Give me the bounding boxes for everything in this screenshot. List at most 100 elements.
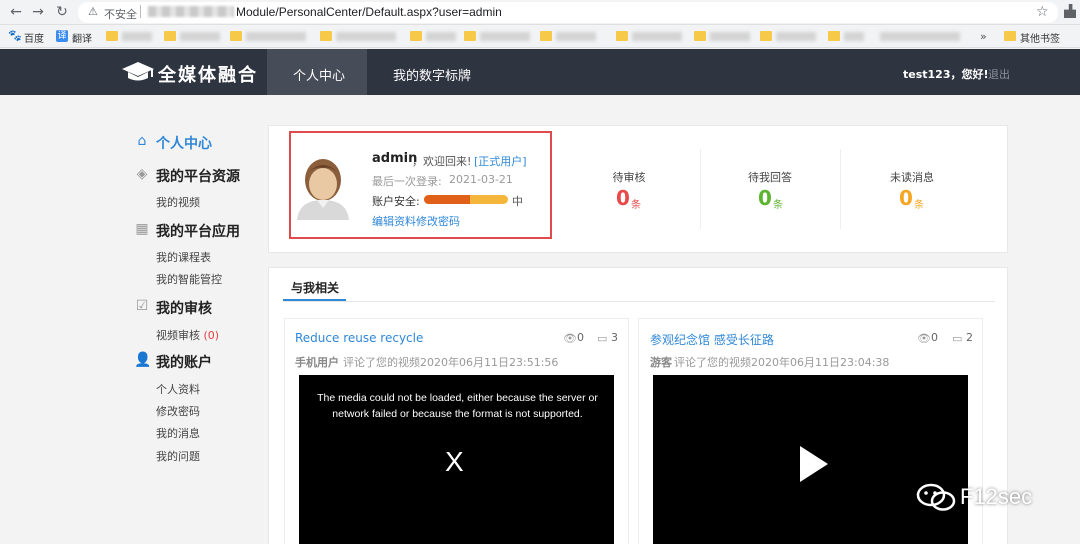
warning-icon[interactable]: ⚠ bbox=[88, 5, 98, 18]
bookmark-blurred[interactable] bbox=[880, 32, 960, 41]
comment-icon: ▭ bbox=[952, 332, 963, 345]
video-error-x: X bbox=[445, 446, 464, 477]
video-error-message: The media could not be loaded, either be… bbox=[317, 392, 598, 420]
baidu-icon[interactable]: 🐾 bbox=[8, 30, 22, 42]
bookmark-blurred[interactable] bbox=[426, 32, 456, 41]
sidebar-item-video-review[interactable]: 视频审核 (0) bbox=[156, 327, 219, 343]
stat-unread-unit: 条 bbox=[914, 200, 924, 211]
logout-link[interactable]: 退出 bbox=[988, 66, 1010, 82]
extension-icon[interactable] bbox=[1064, 4, 1076, 18]
stat-pending-review-value[interactable]: 0 bbox=[616, 186, 630, 210]
folder-icon[interactable] bbox=[694, 31, 706, 41]
profile-username: admin bbox=[372, 151, 418, 166]
card-meta: 评论了您的视频2020年06月11日23:51:56 bbox=[343, 356, 559, 369]
site-logo[interactable]: 全媒体融合 bbox=[158, 61, 258, 87]
edit-profile-link[interactable]: 编辑资料 bbox=[372, 213, 416, 229]
comment-icon: ▭ bbox=[597, 332, 608, 345]
sidebar-personal-center[interactable]: 个人中心 bbox=[156, 133, 212, 153]
bookmark-blurred[interactable] bbox=[480, 32, 530, 41]
card-user: 手机用户 bbox=[295, 356, 339, 369]
security-level: 中 bbox=[512, 195, 523, 208]
stat-to-answer-value[interactable]: 0 bbox=[758, 186, 772, 210]
folder-icon[interactable] bbox=[164, 31, 176, 41]
folder-icon[interactable] bbox=[320, 31, 332, 41]
url-path[interactable]: Module/PersonalCenter/Default.aspx?user=… bbox=[236, 5, 502, 19]
sidebar-item-profile[interactable]: 个人资料 bbox=[156, 381, 200, 397]
folder-icon[interactable] bbox=[410, 31, 422, 41]
bookmark-fanyi[interactable]: 翻译 bbox=[72, 30, 92, 45]
folder-icon[interactable] bbox=[106, 31, 118, 41]
folder-icon[interactable] bbox=[616, 31, 628, 41]
card-meta: 评论了您的视频2020年06月11日23:04:38 bbox=[674, 356, 890, 369]
avatar bbox=[297, 159, 349, 220]
play-icon[interactable] bbox=[800, 446, 828, 482]
tab-related[interactable]: 与我相关 bbox=[291, 279, 339, 296]
review-check-icon: ☑ bbox=[135, 298, 149, 314]
tab-divider bbox=[283, 301, 995, 302]
layers-icon: ◈ bbox=[136, 166, 148, 182]
bookmarks-more[interactable]: » bbox=[980, 30, 987, 43]
card-title[interactable]: Reduce reuse recycle bbox=[295, 331, 423, 345]
bookmark-blurred[interactable] bbox=[336, 32, 396, 41]
bookmark-blurred[interactable] bbox=[710, 32, 750, 41]
folder-icon[interactable] bbox=[828, 31, 840, 41]
video-review-count: (0) bbox=[203, 329, 220, 342]
translate-icon[interactable]: 译 bbox=[56, 30, 68, 42]
bookmark-blurred[interactable] bbox=[776, 32, 816, 41]
card-views: 0 bbox=[577, 331, 584, 344]
url-separator bbox=[140, 5, 141, 18]
bookmark-blurred[interactable] bbox=[122, 32, 152, 41]
bookmark-blurred[interactable] bbox=[180, 32, 220, 41]
stat-unread-value[interactable]: 0 bbox=[899, 186, 913, 210]
stat-divider bbox=[840, 149, 841, 229]
bookmark-blurred[interactable] bbox=[246, 32, 306, 41]
profile-role-badge: [正式用户] bbox=[474, 155, 527, 168]
back-icon[interactable]: ← bbox=[8, 4, 24, 20]
reload-icon[interactable]: ↻ bbox=[54, 4, 70, 20]
card-views: 0 bbox=[931, 331, 938, 344]
nav-digital-signage[interactable]: 我的数字标牌 bbox=[393, 65, 471, 84]
card-comments: 3 bbox=[611, 331, 618, 344]
home-icon: ⌂ bbox=[137, 133, 147, 149]
folder-icon[interactable] bbox=[1004, 31, 1016, 41]
last-login-label: 最后一次登录: bbox=[372, 175, 442, 188]
bookmarks-bar: 🐾 百度 译 翻译 » 其他书签 bbox=[0, 25, 1080, 48]
sidebar-group-account: 我的账户 bbox=[156, 355, 212, 371]
stat-to-answer-label: 待我回答 bbox=[748, 171, 792, 184]
bookmark-star-icon[interactable]: ☆ bbox=[1036, 4, 1049, 20]
sidebar-group-review: 我的审核 bbox=[156, 301, 212, 317]
security-bar bbox=[424, 195, 508, 204]
card-user: 游客 bbox=[650, 356, 672, 369]
sidebar-item-questions[interactable]: 我的问题 bbox=[156, 448, 200, 464]
sidebar-group-resources: 我的平台资源 bbox=[156, 169, 240, 185]
sidebar-item-messages[interactable]: 我的消息 bbox=[156, 425, 200, 441]
sidebar-item-schedule[interactable]: 我的课程表 bbox=[156, 249, 211, 265]
sidebar-group-apps: 我的平台应用 bbox=[156, 224, 240, 240]
nav-personal-center[interactable]: 个人中心 bbox=[293, 65, 345, 84]
sidebar-item-smart-control[interactable]: 我的智能管控 bbox=[156, 271, 222, 287]
last-login-date: 2021-03-21 bbox=[449, 173, 513, 186]
graduation-cap-icon bbox=[122, 62, 154, 81]
insecure-label[interactable]: 不安全 bbox=[104, 6, 137, 22]
bookmark-blurred[interactable] bbox=[844, 32, 864, 41]
bookmark-blurred[interactable] bbox=[556, 32, 596, 41]
sidebar-item-my-videos[interactable]: 我的视频 bbox=[156, 194, 200, 210]
card-title[interactable]: 参观纪念馆 感受长征路 bbox=[650, 331, 774, 348]
sidebar-item-change-password[interactable]: 修改密码 bbox=[156, 403, 200, 419]
user-icon: 👤 bbox=[134, 352, 152, 368]
folder-icon[interactable] bbox=[540, 31, 552, 41]
folder-icon[interactable] bbox=[464, 31, 476, 41]
folder-icon[interactable] bbox=[760, 31, 772, 41]
bookmark-other[interactable]: 其他书签 bbox=[1020, 30, 1060, 45]
bookmark-baidu[interactable]: 百度 bbox=[24, 30, 44, 45]
stat-pending-review-label: 待审核 bbox=[612, 171, 646, 184]
url-host-blurred bbox=[148, 6, 234, 17]
wechat-icon bbox=[916, 483, 956, 511]
forward-icon[interactable]: → bbox=[30, 4, 46, 20]
apps-grid-icon: ▦ bbox=[135, 221, 149, 237]
bookmark-blurred[interactable] bbox=[632, 32, 682, 41]
watermark: F12sec bbox=[960, 484, 1033, 509]
security-bar-fill bbox=[424, 195, 471, 204]
folder-icon[interactable] bbox=[230, 31, 242, 41]
change-password-link[interactable]: 修改密码 bbox=[416, 213, 460, 229]
